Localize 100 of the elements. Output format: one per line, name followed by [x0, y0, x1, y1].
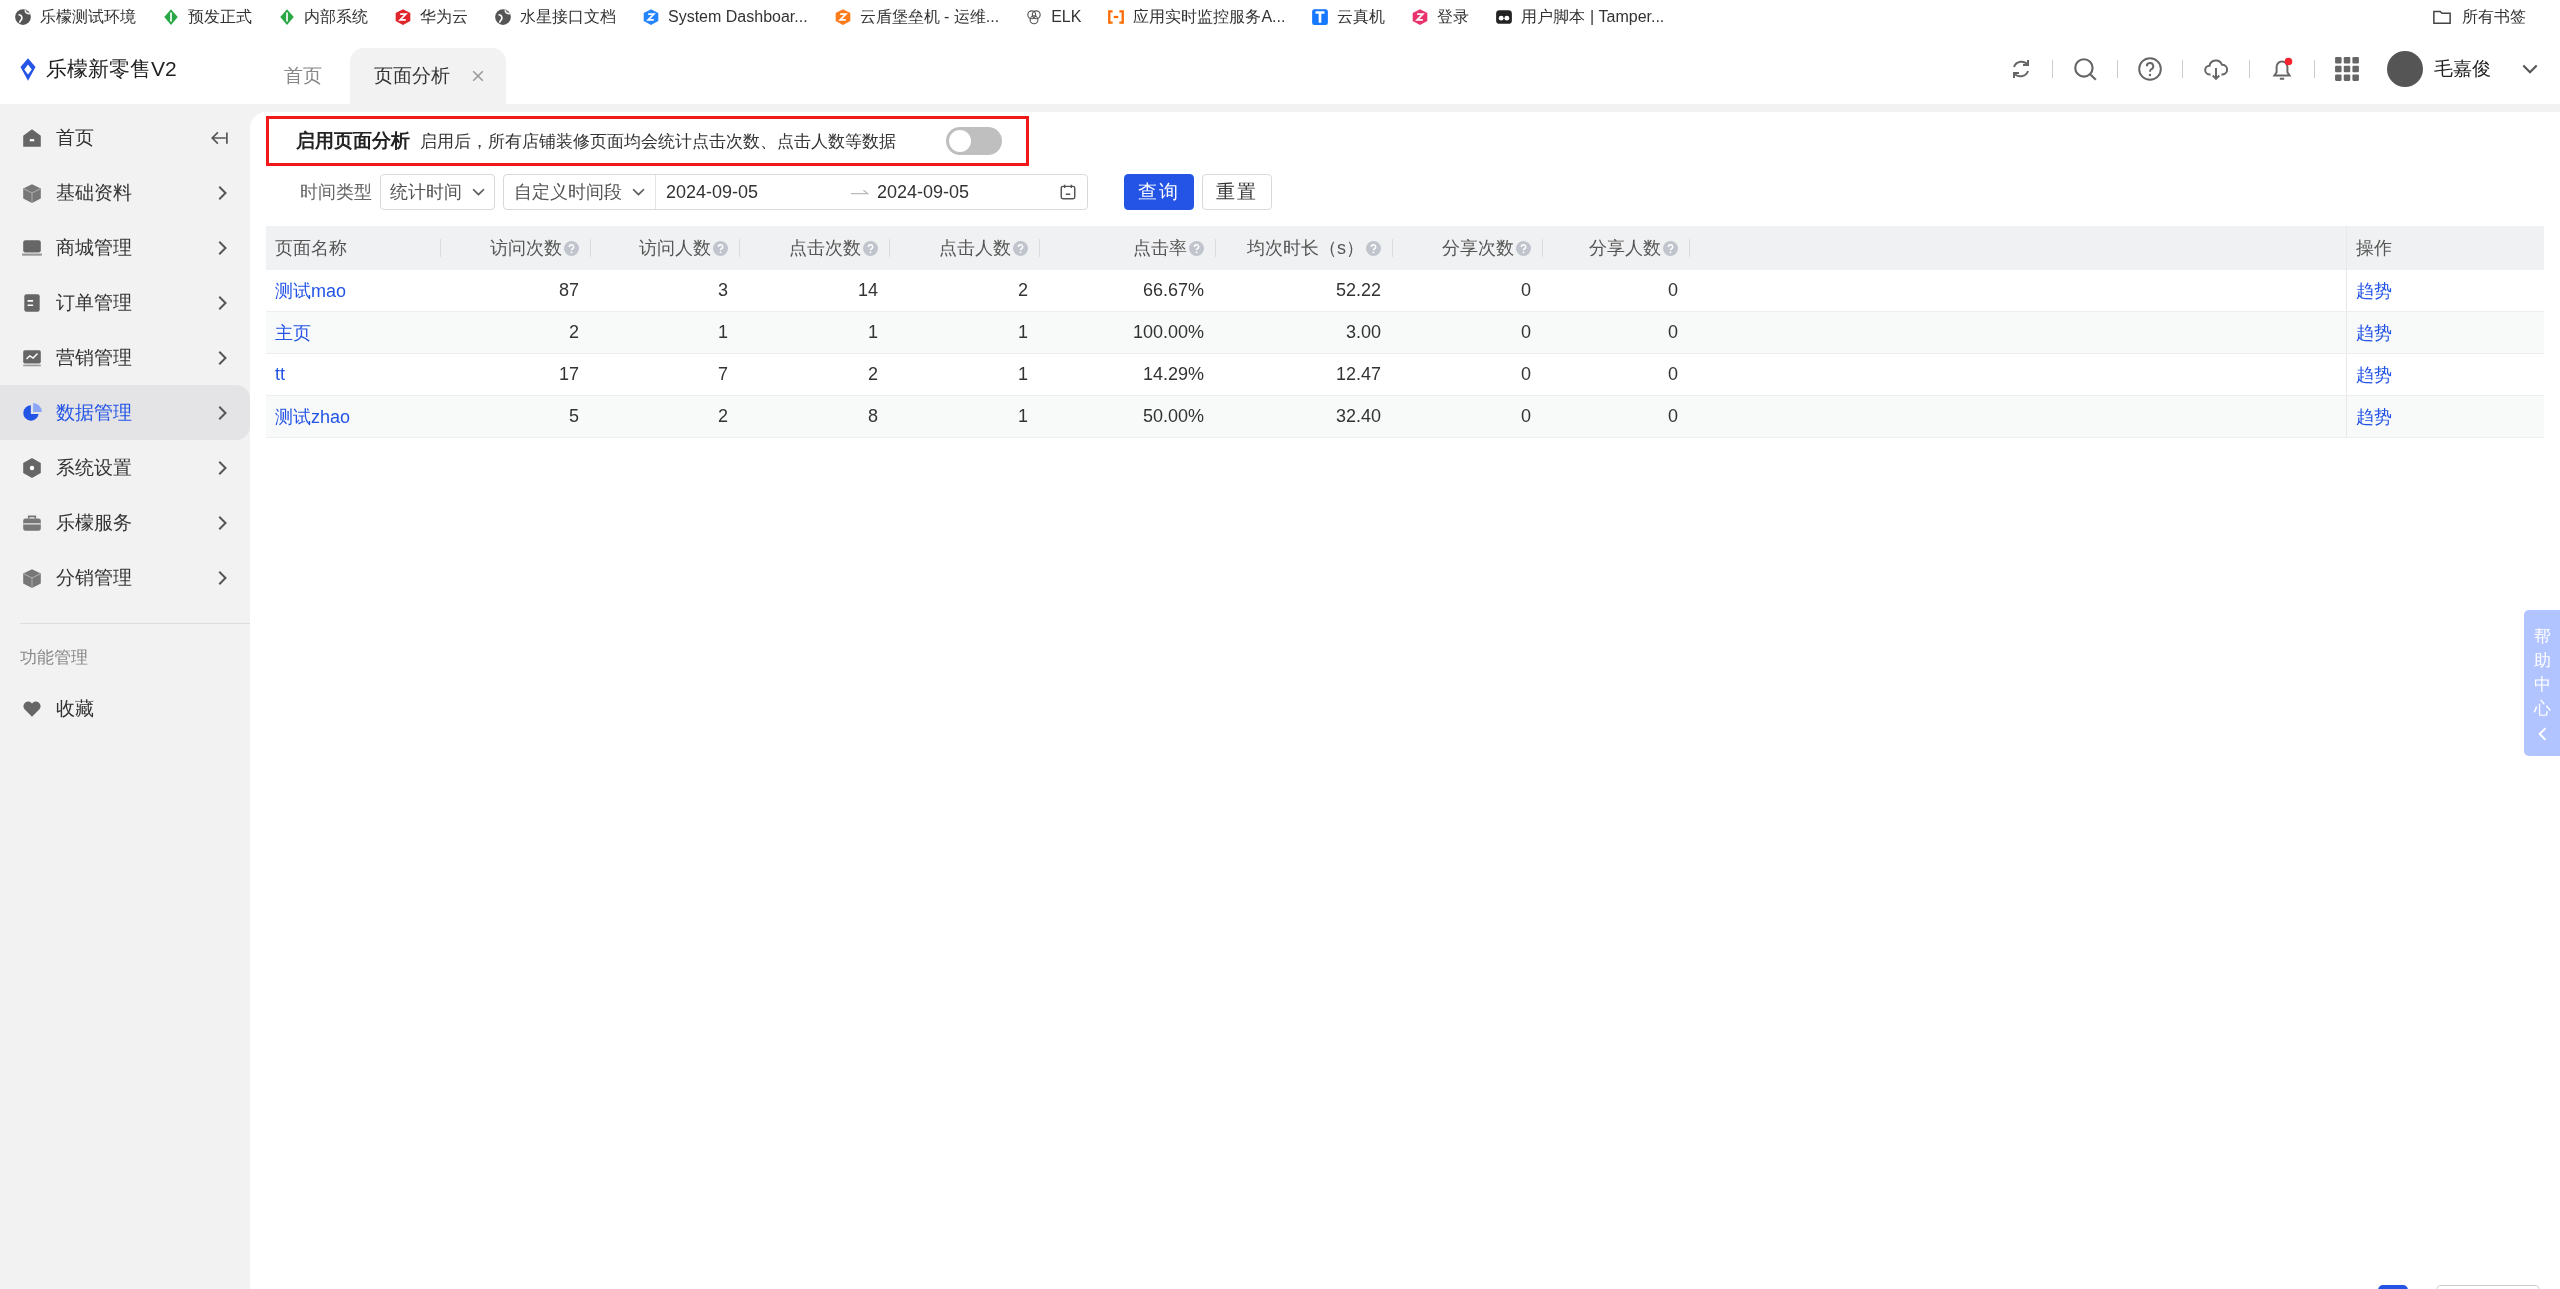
- table-cell: 14.29%: [1142, 364, 1204, 385]
- sidebar-item[interactable]: 数据管理: [0, 385, 250, 440]
- bookmark-icon: [1107, 8, 1126, 26]
- table-cell: 66.67%: [1142, 280, 1204, 301]
- page-name-link[interactable]: 主页: [275, 320, 311, 345]
- bookmark[interactable]: 内部系统: [278, 6, 368, 28]
- table-cell: 2: [569, 322, 579, 343]
- bookmark[interactable]: 云盾堡垒机 - 运维...: [833, 6, 1000, 28]
- bookmark-icon: [494, 8, 512, 26]
- table-cell: 0: [1668, 364, 1678, 385]
- trend-link[interactable]: 趋势: [2356, 278, 2392, 303]
- sidebar-item[interactable]: 营销管理: [0, 330, 250, 385]
- sidebar-item[interactable]: 商城管理: [0, 220, 250, 275]
- bookmark[interactable]: 水星接口文档: [494, 6, 616, 28]
- bookmark-icon: [1411, 8, 1430, 26]
- column-header: 访问次数: [490, 237, 562, 260]
- table-cell: 2: [718, 406, 728, 427]
- bookmark-icon: [1025, 8, 1044, 26]
- bookmark[interactable]: ELK: [1025, 8, 1082, 26]
- chevron-down-icon[interactable]: [2522, 63, 2538, 75]
- bookmark[interactable]: 登录: [1411, 6, 1470, 28]
- trend-link[interactable]: 趋势: [2356, 362, 2392, 387]
- bookmark[interactable]: 用户脚本 | Tamper...: [1495, 6, 1665, 28]
- menu-item-icon: [21, 291, 43, 314]
- table-cell: 2: [868, 364, 878, 385]
- enable-description: 启用后，所有店铺装修页面均会统计点击次数、点击人数等数据: [420, 130, 896, 153]
- trend-link[interactable]: 趋势: [2356, 320, 2392, 345]
- table-cell: 3: [718, 280, 728, 301]
- table-cell: 12.47: [1335, 364, 1381, 385]
- bookmark[interactable]: 预发正式: [162, 6, 252, 28]
- menu-item-icon: [21, 401, 43, 424]
- chevron-right-icon: [218, 514, 228, 531]
- table-cell: 1: [1018, 322, 1028, 343]
- table-cell: 1: [868, 322, 878, 343]
- table-cell: 52.22: [1335, 280, 1381, 301]
- bookmark[interactable]: 华为云: [394, 6, 468, 28]
- trend-link[interactable]: 趋势: [2356, 404, 2392, 429]
- page-name-link[interactable]: 测试mao: [275, 278, 346, 303]
- bookmark-icon: [162, 8, 180, 26]
- column-header: 页面名称: [275, 237, 347, 260]
- table-cell: 0: [1668, 406, 1678, 427]
- table-cell: 3.00: [1345, 322, 1381, 343]
- menu-item-icon: [21, 181, 43, 204]
- page-tab[interactable]: 页面分析: [350, 48, 506, 104]
- table-cell: 1: [1018, 406, 1028, 427]
- column-header: 点击次数: [789, 237, 861, 260]
- bookmark-icon: [278, 8, 296, 26]
- bookmark[interactable]: 乐檬测试环境: [14, 6, 136, 28]
- close-icon[interactable]: [472, 70, 484, 82]
- table-cell: 2: [1018, 280, 1028, 301]
- bookmark-icon: [1495, 8, 1514, 26]
- table-cell: 14: [857, 280, 878, 301]
- avatar[interactable]: [2387, 51, 2423, 87]
- sidebar-item[interactable]: 首页: [0, 110, 250, 165]
- sidebar-item[interactable]: 分销管理: [0, 550, 250, 605]
- bookmark[interactable]: System Dashboar...: [642, 8, 808, 26]
- table-cell: 1: [718, 322, 728, 343]
- user-name[interactable]: 毛嘉俊: [2434, 56, 2491, 82]
- logo-icon: [18, 56, 38, 82]
- time-type-label: 时间类型: [300, 181, 372, 204]
- table-cell: 7: [718, 364, 728, 385]
- sidebar-item[interactable]: 收藏: [0, 681, 250, 736]
- collapse-sidebar-icon[interactable]: [210, 130, 228, 145]
- page-tab[interactable]: 首页: [260, 48, 344, 104]
- chevron-down-icon: [472, 187, 485, 197]
- bookmark[interactable]: 云真机: [1311, 6, 1386, 28]
- cloud-download-icon[interactable]: [2202, 56, 2230, 82]
- sidebar-item[interactable]: 系统设置: [0, 440, 250, 495]
- table-cell: 32.40: [1335, 406, 1381, 427]
- time-type-select[interactable]: 统计时间: [380, 174, 495, 210]
- menu-item-icon: [21, 456, 43, 479]
- apps-grid-icon[interactable]: [2334, 56, 2360, 82]
- search-button[interactable]: 查询: [1124, 174, 1194, 210]
- search-icon[interactable]: [2072, 56, 2098, 82]
- all-bookmarks-button[interactable]: 所有书签: [2432, 6, 2526, 28]
- sidebar-item[interactable]: 基础资料: [0, 165, 250, 220]
- reset-button[interactable]: 重置: [1202, 174, 1272, 210]
- chevron-left-icon: [2537, 726, 2547, 741]
- chevron-right-icon: [218, 239, 228, 256]
- table-cell: 17: [558, 364, 579, 385]
- table-cell: 5: [569, 406, 579, 427]
- enable-toggle[interactable]: [946, 127, 1002, 155]
- chevron-right-icon: [218, 404, 228, 421]
- sidebar-section-title: 功能管理: [19, 647, 89, 669]
- enable-title: 启用页面分析: [296, 129, 410, 153]
- chevron-right-icon: [218, 569, 228, 586]
- sidebar-item[interactable]: 乐檬服务: [0, 495, 250, 550]
- bookmark[interactable]: 应用实时监控服务A...: [1107, 6, 1286, 28]
- chevron-right-icon: [218, 294, 228, 311]
- column-header: 分享人数: [1589, 237, 1661, 260]
- sidebar-item[interactable]: 订单管理: [0, 275, 250, 330]
- table-cell: 8: [868, 406, 878, 427]
- bookmark-icon: [1311, 8, 1330, 26]
- column-header: 点击率: [1133, 237, 1187, 260]
- page-name-link[interactable]: 测试zhao: [275, 404, 351, 429]
- page-name-link[interactable]: tt: [275, 364, 285, 385]
- bookmark-icon: [833, 8, 852, 26]
- help-icon[interactable]: [2137, 56, 2163, 82]
- table-cell: 0: [1521, 406, 1531, 427]
- table-cell: 0: [1521, 322, 1531, 343]
